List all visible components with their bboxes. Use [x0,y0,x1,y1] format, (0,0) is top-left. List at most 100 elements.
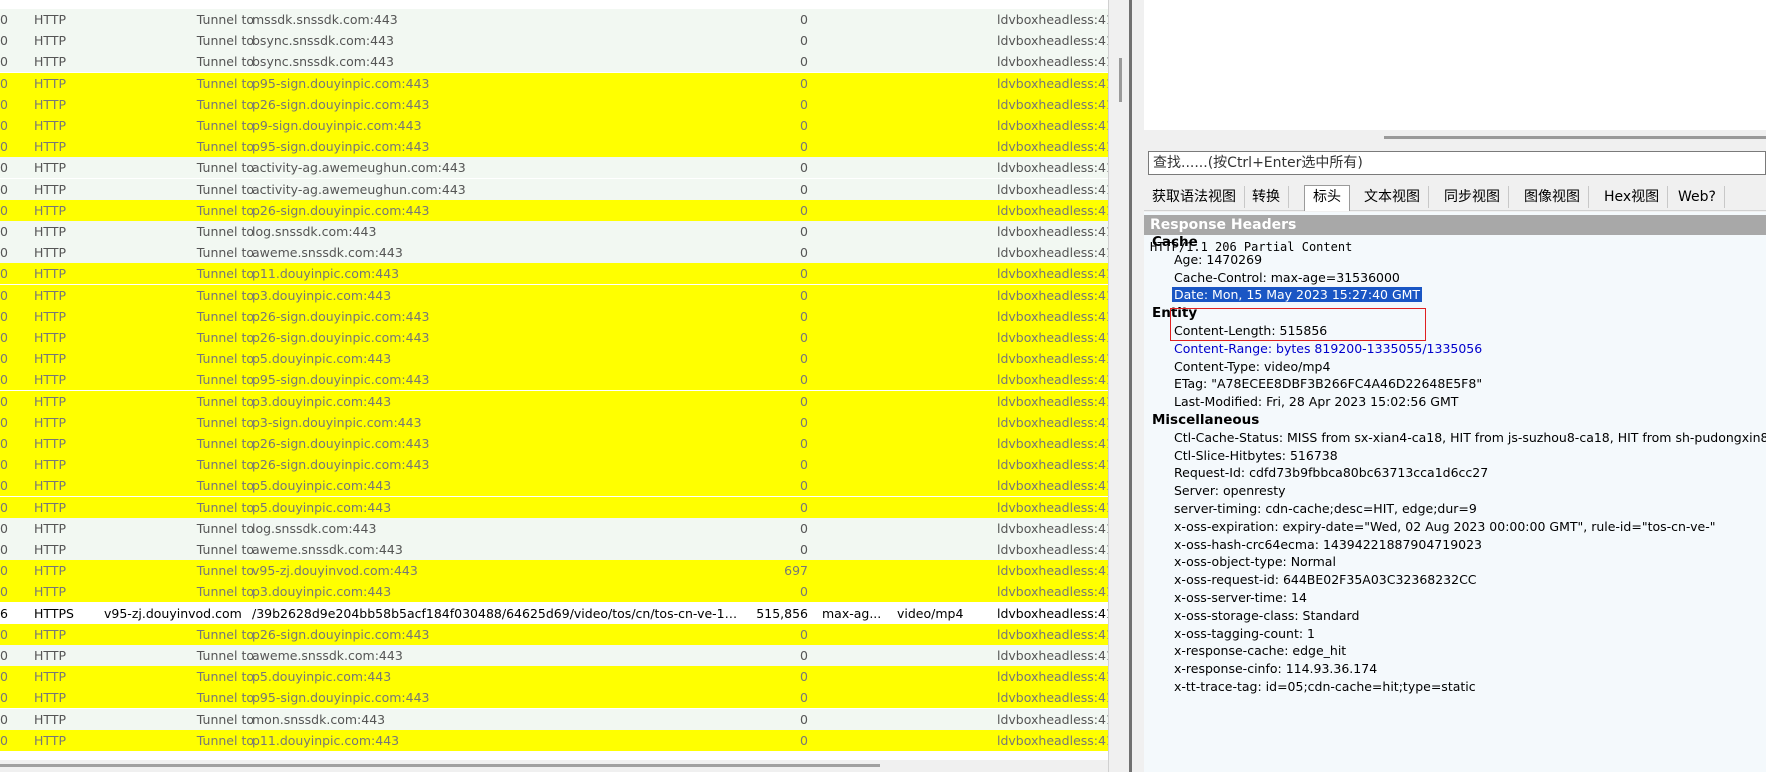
header-line[interactable]: Ctl-Slice-Hitbytes: 516738 [1174,448,1338,463]
scrollbar-thumb[interactable] [0,764,880,767]
request-horizontal-scrollbar[interactable] [1144,130,1766,148]
process-cell: ldvboxheadless:41 [997,626,1108,642]
session-row[interactable]: 0 HTTP Tunnel to bsync.snssdk.com:443 0 ldvbo… [0,51,1108,73]
header-line[interactable]: x-tt-trace-tag: id=05;cdn-cache=hit;type… [1174,679,1476,694]
header-line[interactable]: x-response-cache: edge_hit [1174,643,1346,658]
host-cell: Tunnel to [196,181,254,197]
result-cell: 0 [0,414,8,430]
session-row[interactable]: 0 HTTP Tunnel to p3-sign.douyinpic.com:443 0… [0,411,1108,433]
session-row[interactable]: 0 HTTP Tunnel to aweme.snssdk.com:443 0 ldvbo… [0,539,1108,560]
session-row[interactable]: 0 HTTP Tunnel to p95-sign.douyinpic.com:443… [0,72,1108,94]
session-row[interactable]: 0 HTTP Tunnel to mssdk.snssdk.com:443 0 ldvbo… [0,9,1108,30]
protocol-cell: HTTP [34,584,66,600]
session-row[interactable]: 0 HTTP Tunnel to p26-sign.douyinpic.com:443… [0,433,1108,454]
session-row[interactable]: 0 HTTP Tunnel to v95-zj.douyinvod.com:443 69… [0,560,1108,582]
header-line[interactable]: Cache-Control: max-age=31536000 [1174,270,1400,285]
tab-3[interactable]: 文本视图 [1356,186,1429,208]
header-line[interactable]: Last-Modified: Fri, 28 Apr 2023 15:02:56… [1174,394,1458,409]
session-row[interactable]: 0 HTTP Tunnel to mon.snssdk.com:443 0 ldvboxh… [0,708,1108,730]
header-line[interactable]: x-oss-storage-class: Standard [1174,608,1359,623]
header-line[interactable]: Content-Range: bytes 819200-1335055/1335… [1174,341,1482,356]
process-cell: ldvboxheadless:41 [997,372,1108,388]
header-line[interactable]: Content-Type: video/mp4 [1174,359,1330,374]
host-cell: v95-zj.douyinvod.com [104,605,242,621]
header-line[interactable]: ETag: "A78ECEE8DBF3B266FC4A46D22648E5F8" [1174,376,1482,391]
url-cell: p95-sign.douyinpic.com:443 [252,690,430,706]
protocol-cell: HTTP [34,160,66,176]
session-row[interactable]: 0 HTTP Tunnel to p26-sign.douyinpic.com:443… [0,623,1108,645]
protocol-cell: HTTP [34,648,66,663]
session-row[interactable]: 0 HTTP Tunnel to p3.douyinpic.com:443 0 ldvbo… [0,581,1108,603]
url-cell: p9-sign.douyinpic.com:443 [252,118,422,133]
tab-0[interactable]: 获取语法视图 [1144,186,1245,208]
result-cell: 0 [0,563,8,579]
session-row[interactable]: 0 HTTP Tunnel to p26-sign.douyinpic.com:443… [0,454,1108,476]
session-row[interactable]: 0 HTTP Tunnel to bsync.snssdk.com:443 0 ldvbo… [0,30,1108,52]
header-line[interactable]: x-oss-tagging-count: 1 [1174,626,1315,641]
header-line[interactable]: Age: 1470269 [1174,252,1262,267]
session-row[interactable]: 0 HTTP Tunnel to log.snssdk.com:443 0 ldvboxh… [0,221,1108,242]
protocol-cell: HTTP [34,669,66,685]
session-row[interactable]: 0 HTTP Tunnel to activity-ag.awemeughun.com… [0,178,1108,200]
header-line[interactable]: x-oss-server-time: 14 [1174,590,1307,605]
find-input[interactable]: 查找......(按Ctrl+Enter选中所有) [1148,151,1766,175]
session-row[interactable]: 0 HTTP Tunnel to p26-sign.douyinpic.com:443… [0,327,1108,348]
header-line[interactable]: x-oss-object-type: Normal [1174,554,1336,569]
scrollbar-thumb[interactable] [1119,58,1122,102]
session-vertical-scrollbar[interactable] [1108,0,1131,772]
session-row[interactable]: 0 HTTP Tunnel to p11.douyinpic.com:443 0 ldvb… [0,729,1108,751]
host-cell: Tunnel to [196,33,254,49]
session-row[interactable]: 0 HTTP Tunnel to p3.douyinpic.com:443 0 ldvbo… [0,390,1108,412]
header-line[interactable]: x-oss-hash-crc64ecma: 143942218879047190… [1174,537,1482,552]
header-line[interactable]: Date: Mon, 15 May 2023 15:27:40 GMT [1172,287,1423,303]
session-row[interactable]: 0 HTTP Tunnel to p9-sign.douyinpic.com:443 0… [0,115,1108,136]
session-list[interactable]: 0 HTTP Tunnel to mssdk.snssdk.com:443 0 ldvbo… [0,0,1108,772]
header-line[interactable]: Request-Id: cdfd73b9fbbca80bc63713cca1d6… [1174,465,1488,480]
protocol-cell: HTTP [34,351,66,367]
body-size-cell: 0 [800,245,808,261]
header-group-title[interactable]: Miscellaneous [1152,412,1259,428]
process-cell: ldvboxheadless:41 [997,457,1108,473]
protocol-cell: HTTP [34,478,66,494]
body-size-cell: 0 [800,160,808,176]
session-row[interactable]: 6 HTTPS v95-zj.douyinvod.com/39b2628d9e204… [0,602,1108,624]
session-row[interactable]: 0 HTTP Tunnel to p95-sign.douyinpic.com:443… [0,369,1108,391]
result-cell: 0 [0,499,8,515]
process-cell: ldvboxheadless:41 [997,181,1108,197]
header-group-title[interactable]: Cache [1152,234,1198,250]
tab-6[interactable]: Hex视图 [1596,186,1669,208]
url-cell: activity-ag.awemeughun.com:443 [252,160,466,176]
session-row[interactable]: 0 HTTP Tunnel to log.snssdk.com:443 0 ldvboxh… [0,517,1108,539]
process-cell: ldvboxheadless:41 [997,308,1108,324]
header-line[interactable]: x-response-cinfo: 114.93.36.174 [1174,661,1377,676]
header-line[interactable]: x-oss-expiration: expiry-date="Wed, 02 A… [1174,519,1715,534]
protocol-cell: HTTP [34,372,66,388]
session-row[interactable]: 0 HTTP Tunnel to p26-sign.douyinpic.com:443… [0,305,1108,327]
session-horizontal-scrollbar[interactable] [0,760,1108,772]
tab-2[interactable]: 标头 [1304,185,1350,211]
session-row[interactable]: 0 HTTP Tunnel to p5.douyinpic.com:443 0 ldvbo… [0,666,1108,688]
session-row[interactable]: 0 HTTP Tunnel to p95-sign.douyinpic.com:443… [0,687,1108,709]
header-line[interactable]: x-oss-request-id: 644BE02F35A03C32368232… [1174,572,1477,587]
session-row[interactable]: 0 HTTP Tunnel to activity-ag.awemeughun.com… [0,157,1108,179]
session-row[interactable]: 0 HTTP Tunnel to aweme.snssdk.com:443 0 ldvbo… [0,242,1108,264]
response-headers-panel[interactable]: Response Headers HTTP/1.1 206 Partial Co… [1144,212,1766,772]
request-body-view[interactable] [1144,0,1766,130]
session-row[interactable]: 0 HTTP Tunnel to p11.douyinpic.com:443 0 ldvb… [0,263,1108,285]
header-line[interactable]: Ctl-Cache-Status: MISS from sx-xian4-ca1… [1174,430,1766,445]
session-row[interactable]: 0 HTTP Tunnel to p3.douyinpic.com:443 0 ldvbo… [0,284,1108,306]
scrollbar-thumb[interactable] [1384,136,1766,139]
session-row[interactable]: 0 HTTP Tunnel to p5.douyinpic.com:443 0 ldvbo… [0,348,1108,370]
header-line[interactable]: Server: openresty [1174,483,1286,498]
tab-5[interactable]: 图像视图 [1516,186,1589,208]
session-row[interactable]: 0 HTTP Tunnel to p26-sign.douyinpic.com:443… [0,93,1108,115]
tab-7[interactable]: Web? [1670,186,1725,208]
session-row[interactable]: 0 HTTP Tunnel to p5.douyinpic.com:443 0 ldvbo… [0,475,1108,497]
session-row[interactable]: 0 HTTP Tunnel to p26-sign.douyinpic.com:443… [0,199,1108,221]
tab-4[interactable]: 同步视图 [1436,186,1509,208]
header-line[interactable]: server-timing: cdn-cache;desc=HIT, edge;… [1174,501,1477,516]
session-row[interactable]: 0 HTTP Tunnel to p5.douyinpic.com:443 0 ldvbo… [0,496,1108,518]
session-row[interactable]: 0 HTTP Tunnel to aweme.snssdk.com:443 0 ldvbo… [0,645,1108,666]
session-row[interactable]: 0 HTTP Tunnel to p95-sign.douyinpic.com:443… [0,136,1108,158]
tab-1[interactable]: 转换 [1244,186,1289,208]
